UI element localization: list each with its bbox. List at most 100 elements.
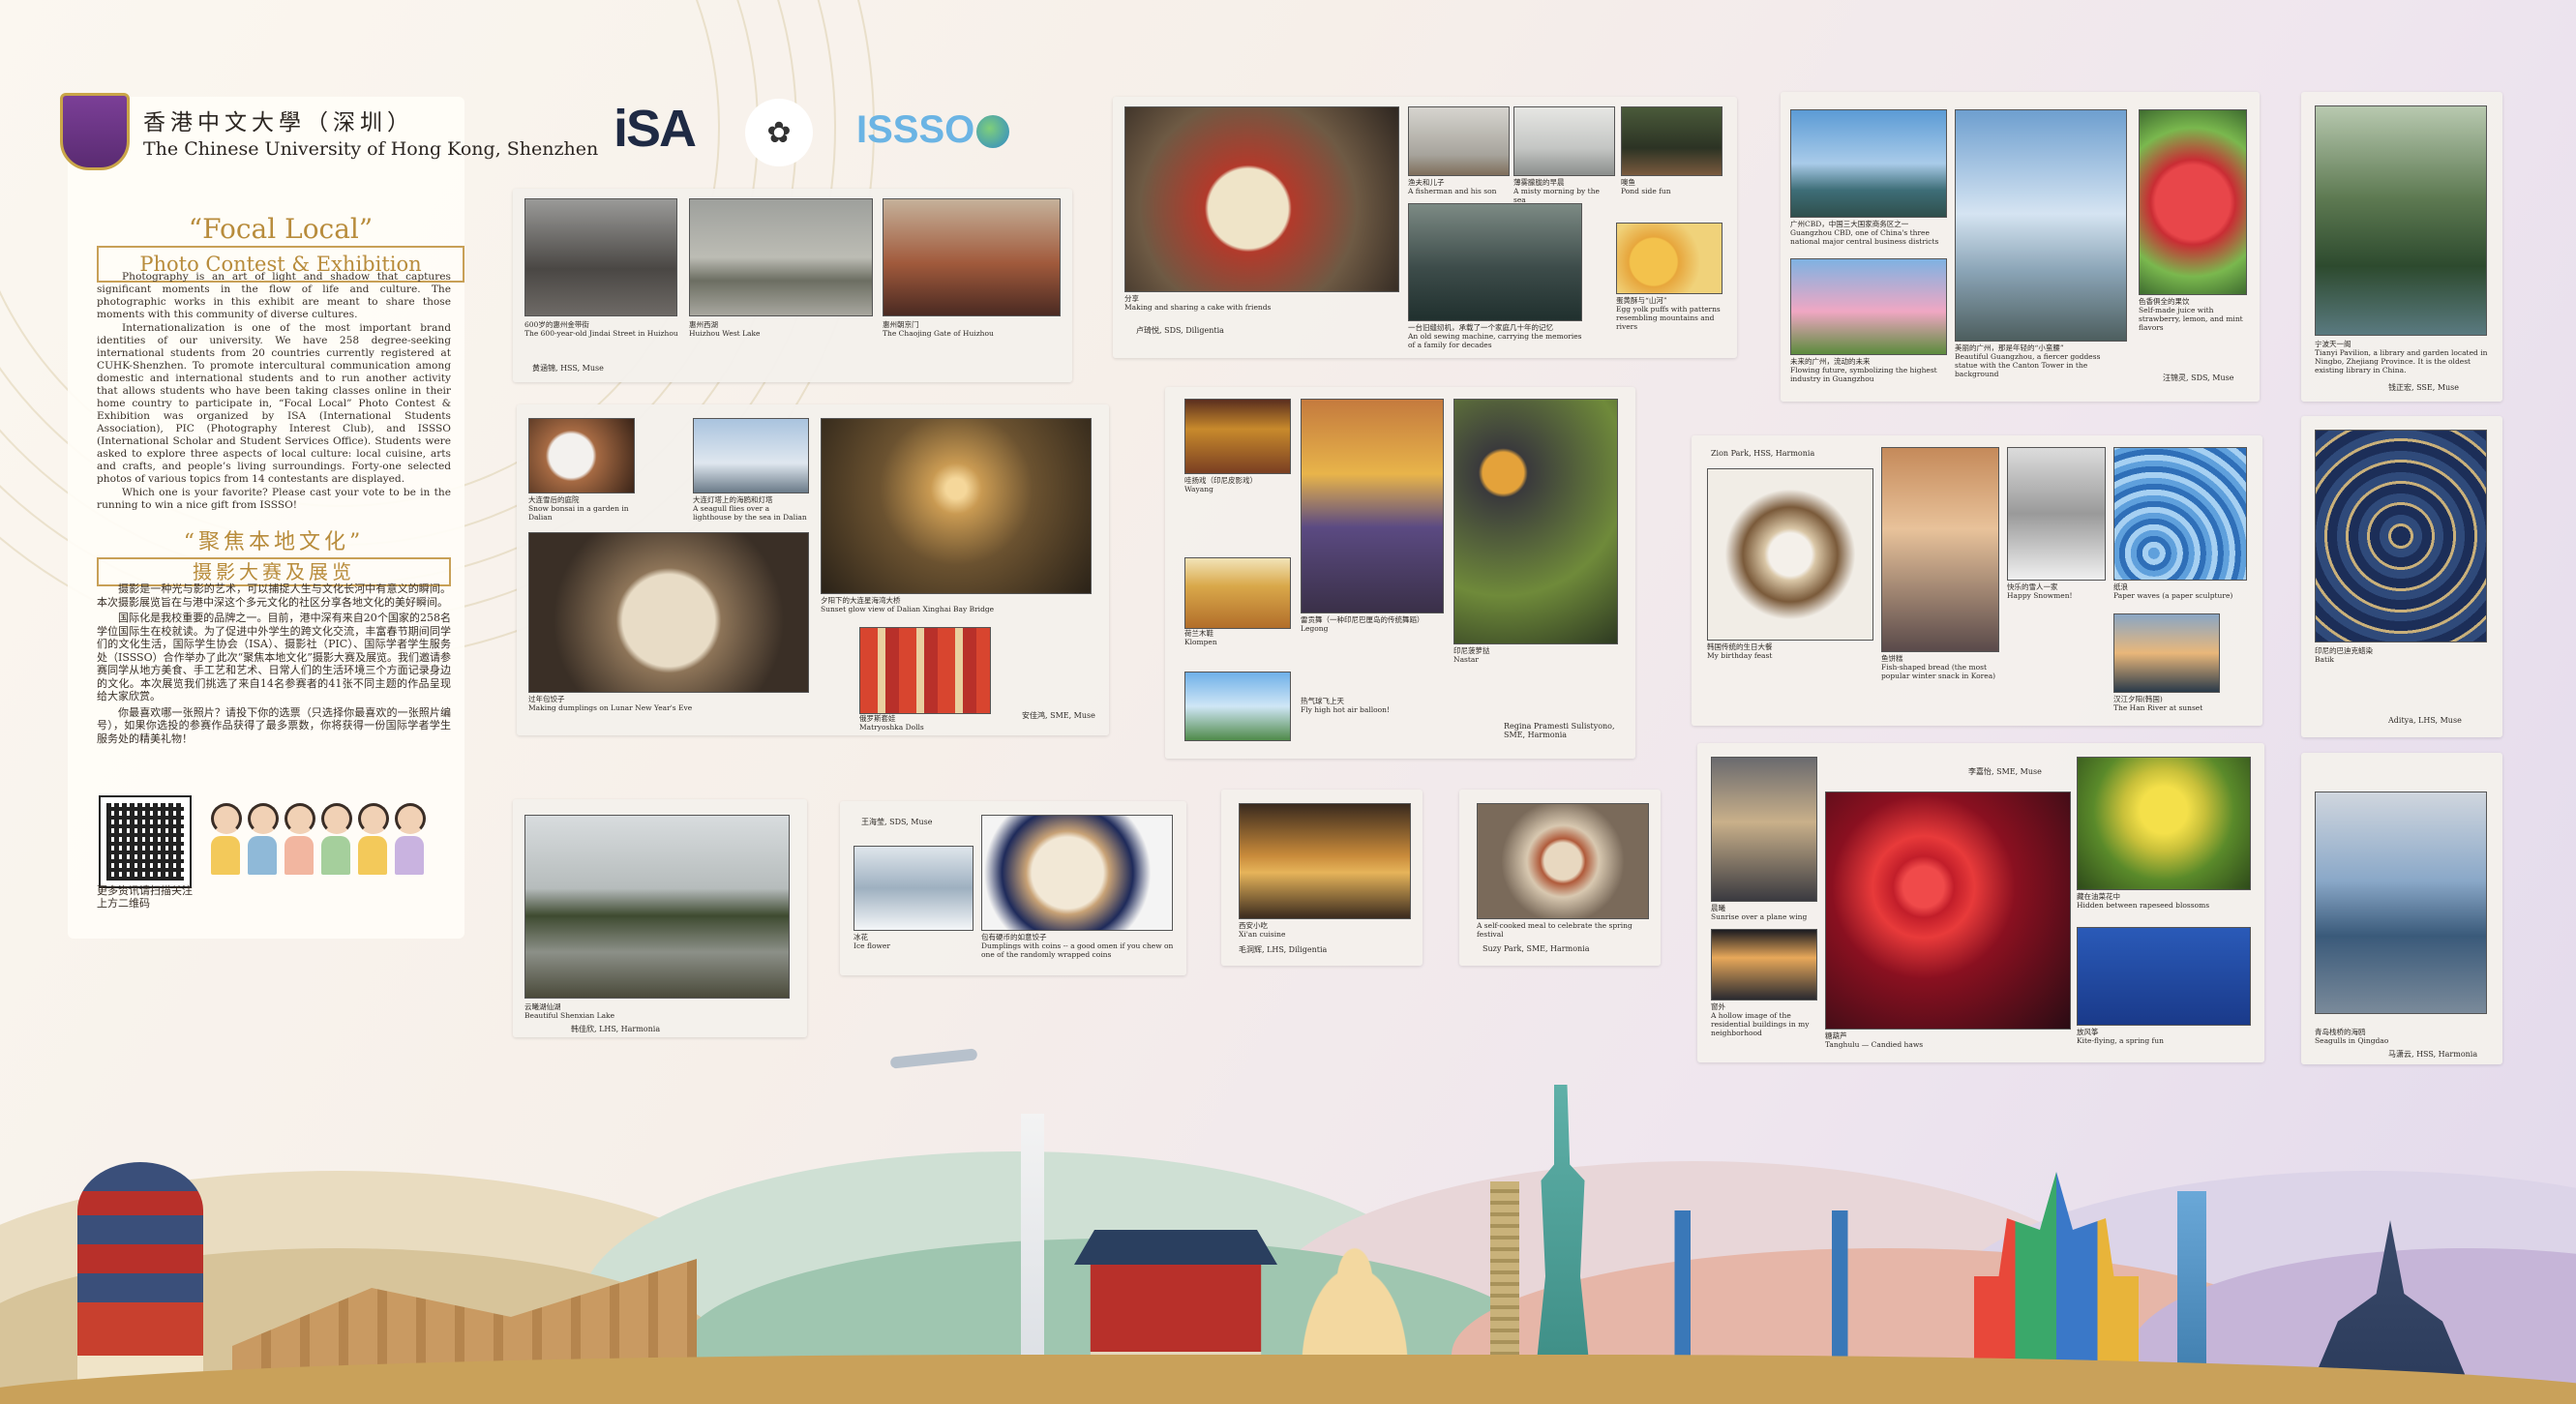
photo-credit: 汪锦灵, SDS, Muse [2163, 373, 2234, 382]
photo[interactable] [1790, 109, 1947, 218]
photo-caption-cn: 一台旧缝纫机，承载了一个家庭几十年的记忆 [1408, 323, 1553, 332]
student-figure-icon [248, 803, 279, 875]
photo[interactable] [2007, 447, 2106, 581]
photo[interactable] [2113, 447, 2247, 581]
photo-card-tianyi: 宁波天一阁 Tianyi Pavilion, a library and gard… [2301, 92, 2502, 402]
students-illustration [211, 803, 426, 875]
photo-caption-en: Sunrise over a plane wing [1711, 912, 1808, 921]
photo[interactable] [1184, 399, 1291, 474]
photo[interactable] [1621, 106, 1722, 176]
photo-caption-en: A seagull flies over a lighthouse by the… [693, 504, 807, 522]
photo-credit: 李嘉怡, SME, Muse [1968, 767, 2042, 776]
photo[interactable] [1477, 803, 1649, 919]
photo-caption-cn: 分享 [1124, 294, 1139, 303]
photo[interactable] [1408, 203, 1582, 321]
photo[interactable] [859, 627, 991, 714]
photo[interactable] [1955, 109, 2127, 342]
photo[interactable] [2315, 792, 2487, 1014]
photo[interactable] [1711, 757, 1817, 902]
photo[interactable] [981, 815, 1173, 931]
photo[interactable] [689, 198, 873, 316]
globe-icon [976, 115, 1010, 149]
student-figure-icon [358, 803, 389, 875]
photo[interactable] [1453, 399, 1618, 644]
photo-caption-cn: 蛋黄酥与“山河” [1616, 296, 1667, 305]
photo[interactable] [2315, 105, 2487, 336]
intro-en-paragraph: Internationalization is one of the most … [97, 322, 451, 485]
intro-en-paragraph: Photography is an art of light and shado… [97, 271, 451, 320]
photo-credit: Zion Park, HSS, Harmonia [1711, 449, 1815, 458]
photo[interactable] [524, 815, 790, 999]
photo[interactable] [2315, 430, 2487, 642]
pic-logo-icon: ✿ [745, 99, 813, 166]
photo-caption-en: Tianyi Pavilion, a library and garden lo… [2315, 348, 2488, 374]
cuhk-crest-icon [60, 93, 130, 170]
photo[interactable] [1184, 557, 1291, 629]
photo-credit: 卢琦悦, SDS, Diligentia [1136, 326, 1224, 335]
photo-caption-en: Matryoshka Dolls [859, 723, 924, 732]
university-name-en: The Chinese University of Hong Kong, She… [143, 138, 599, 160]
photo-caption-en: Huizhou West Lake [689, 329, 761, 338]
isso-logo-text: ISSSO [856, 108, 975, 151]
photo[interactable] [1301, 399, 1444, 613]
photo-caption-en: Nastar [1453, 655, 1479, 664]
photo[interactable] [1825, 792, 2071, 1030]
photo[interactable] [2113, 613, 2220, 693]
photo-caption-en: A misty morning by the sea [1513, 187, 1600, 204]
photo-caption-cn: 印尼菠萝挞 [1453, 646, 1490, 655]
photo-caption-cn: 大连灯塔上的海鸥和灯塔 [693, 495, 773, 504]
photo-caption-cn: 西安小吃 [1239, 921, 1268, 930]
photo[interactable] [2139, 109, 2247, 295]
photo-card-cake: 分享 Making and sharing a cake with friends… [1113, 97, 1737, 358]
photo-caption-cn: 晨曦 [1711, 904, 1725, 912]
photo[interactable] [883, 198, 1061, 316]
photo[interactable] [2077, 757, 2251, 890]
photo-caption-cn: 惠州西湖 [689, 320, 718, 329]
photo[interactable] [1239, 803, 1411, 919]
photo[interactable] [528, 418, 635, 493]
photo-caption-cn: 荷兰木鞋 [1184, 629, 1213, 638]
photo[interactable] [1707, 468, 1873, 641]
photo-caption-en: Wayang [1184, 485, 1213, 493]
photo-credit: Aditya, LHS, Muse [2388, 716, 2462, 725]
photo-caption-cn: 宁波天一阁 [2315, 340, 2351, 348]
photo[interactable] [528, 532, 809, 693]
photo-credit: Suzy Park, SME, Harmonia [1483, 944, 1590, 953]
intro-cn-paragraph: 摄影是一种光与影的艺术，可以捕捉人生与文化长河中有意义的瞬间。本次摄影展览旨在与… [97, 583, 451, 609]
photo-credit: 王海莹, SDS, Muse [861, 818, 933, 826]
photo[interactable] [821, 418, 1092, 594]
photo-credit: 钱正宏, SSE, Muse [2388, 383, 2460, 392]
photo-caption-en: My birthday feast [1707, 651, 1773, 660]
photo[interactable] [1616, 223, 1722, 294]
student-figure-icon [321, 803, 352, 875]
photo[interactable] [1408, 106, 1510, 176]
photo[interactable] [524, 198, 677, 316]
photo[interactable] [854, 846, 973, 931]
photo[interactable] [1124, 106, 1399, 292]
photo-caption-en: An old sewing machine, carrying the memo… [1408, 332, 1582, 349]
photo-credit: 安佳鸿, SME, Muse [1022, 711, 1095, 720]
photo-card-shenxian: 云曦湖仙湖 Beautiful Shenxian Lake 韩佳欣, LHS, H… [513, 799, 807, 1037]
photo[interactable] [1711, 929, 1817, 1001]
photo-caption-en: The 600-year-old Jindai Street in Huizho… [524, 329, 678, 338]
qr-code[interactable] [101, 797, 190, 886]
photo-caption-en: Paper waves (a paper sculpture) [2113, 591, 2233, 600]
photo-caption-cn: 包有硬币的如意饺子 [981, 933, 1047, 941]
title-en-main: “Focal Local” [188, 213, 374, 245]
photo-credit: 黄涵锦, HSS, Muse [532, 364, 604, 373]
photo-card-spring-meal: A self-cooked meal to celebrate the spri… [1459, 790, 1661, 966]
photo[interactable] [693, 418, 809, 493]
photo-caption-en: Klompen [1184, 638, 1217, 646]
photo-caption-en: Making and sharing a cake with friends [1124, 303, 1272, 312]
photo-caption-cn: 纸浪 [2113, 583, 2128, 591]
photo[interactable] [1790, 258, 1947, 355]
intro-body-cn: 摄影是一种光与影的艺术，可以捕捉人生与文化长河中有意义的瞬间。本次摄影展览旨在与… [97, 583, 451, 748]
photo-card-xian: 西安小吃 Xi'an cuisine 毛洞辉, LHS, Diligentia [1221, 790, 1423, 966]
title-cn-main: “聚焦本地文化” [183, 530, 365, 554]
photo-caption-cn: 广州CBD，中国三大国家商务区之一 [1790, 220, 1909, 228]
photo-caption-cn: 色香俱全的果饮 [2139, 297, 2190, 306]
photo[interactable] [1184, 672, 1291, 741]
photo-caption-cn: 美丽的广州，那是年轻的“小蛮腰” [1955, 344, 2064, 352]
photo[interactable] [1881, 447, 1999, 652]
photo[interactable] [1513, 106, 1615, 176]
